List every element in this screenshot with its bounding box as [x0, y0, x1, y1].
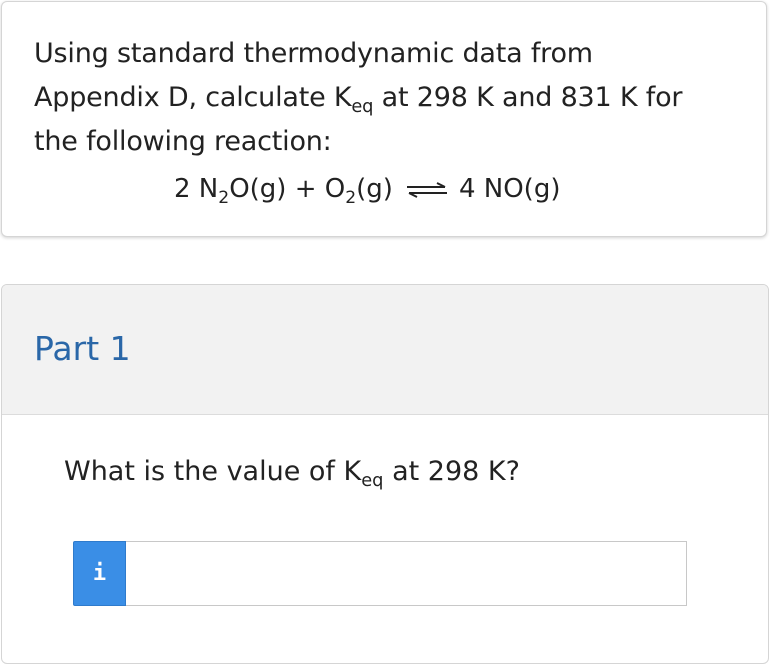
problem-line-1: Using standard thermodynamic data from — [34, 38, 593, 69]
n2o-subscript: 2 — [218, 188, 230, 208]
answer-input[interactable] — [126, 541, 687, 606]
problem-line-2-suffix: at 298 K and 831 K for — [373, 82, 683, 113]
reactants-middle: O(g) + O — [229, 174, 346, 204]
problem-line-2: Appendix D, calculate Keq at 298 K and 8… — [34, 76, 734, 120]
part-question: What is the value of Keq at 298 K? — [64, 452, 520, 492]
o2-subscript: 2 — [345, 188, 357, 208]
question-keq-subscript: eq — [361, 470, 384, 492]
product-no: 4 NO(g) — [458, 174, 561, 204]
answer-row: i — [73, 541, 687, 606]
reaction-equation: 2 N2O(g) + O2(g) 4 NO(g) — [174, 169, 560, 209]
keq-subscript: eq — [351, 96, 374, 118]
o2-state: (g) — [356, 174, 393, 204]
problem-line-2-prefix: Appendix D, calculate K — [34, 82, 352, 113]
question-suffix: at 298 K? — [383, 456, 520, 487]
equilibrium-arrows-icon — [406, 181, 447, 198]
part-1-card: Part 1 What is the value of Keq at 298 K… — [1, 284, 769, 664]
reactant-n2o-prefix: 2 N — [174, 174, 219, 204]
info-icon[interactable]: i — [73, 541, 126, 606]
question-prefix: What is the value of K — [64, 456, 362, 487]
part-title: Part 1 — [34, 329, 131, 368]
problem-card: Using standard thermodynamic data from A… — [1, 1, 767, 237]
problem-statement: Using standard thermodynamic data from A… — [34, 32, 734, 164]
problem-line-3: the following reaction: — [34, 126, 332, 157]
part-header: Part 1 — [2, 285, 768, 415]
